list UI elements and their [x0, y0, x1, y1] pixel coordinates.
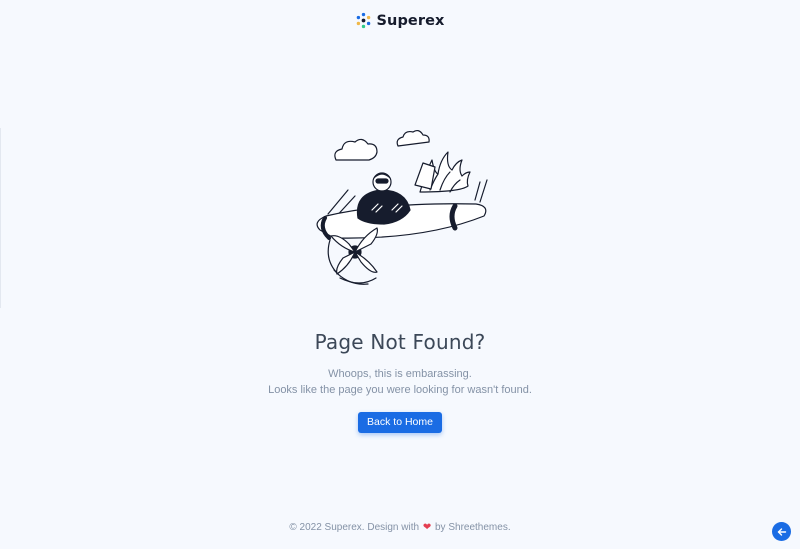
page-title: Page Not Found?	[314, 330, 486, 354]
scroll-to-top-button[interactable]	[772, 522, 791, 541]
error-message-line2: Looks like the page you were looking for…	[268, 384, 532, 396]
error-page: Superex Page Not Found? Whoops, this is …	[0, 0, 800, 549]
superex-logo-icon	[357, 12, 371, 29]
pilot-airplane-illustration	[316, 129, 488, 285]
error-message-line1: Whoops, this is embarassing.	[328, 368, 472, 380]
brand-name: Superex	[376, 12, 445, 29]
footer-copyright: © 2022 Superex. Design with ❤ by Shreeth…	[0, 522, 800, 533]
brand-logo-link[interactable]: Superex	[0, 12, 800, 29]
heart-icon: ❤	[422, 522, 432, 533]
footer-suffix: by Shreethemes.	[435, 522, 511, 533]
footer-prefix: © 2022 Superex. Design with	[289, 522, 420, 533]
left-edge-divider	[0, 128, 1, 308]
back-to-home-button[interactable]: Back to Home	[358, 412, 442, 433]
arrow-left-icon	[777, 527, 786, 536]
